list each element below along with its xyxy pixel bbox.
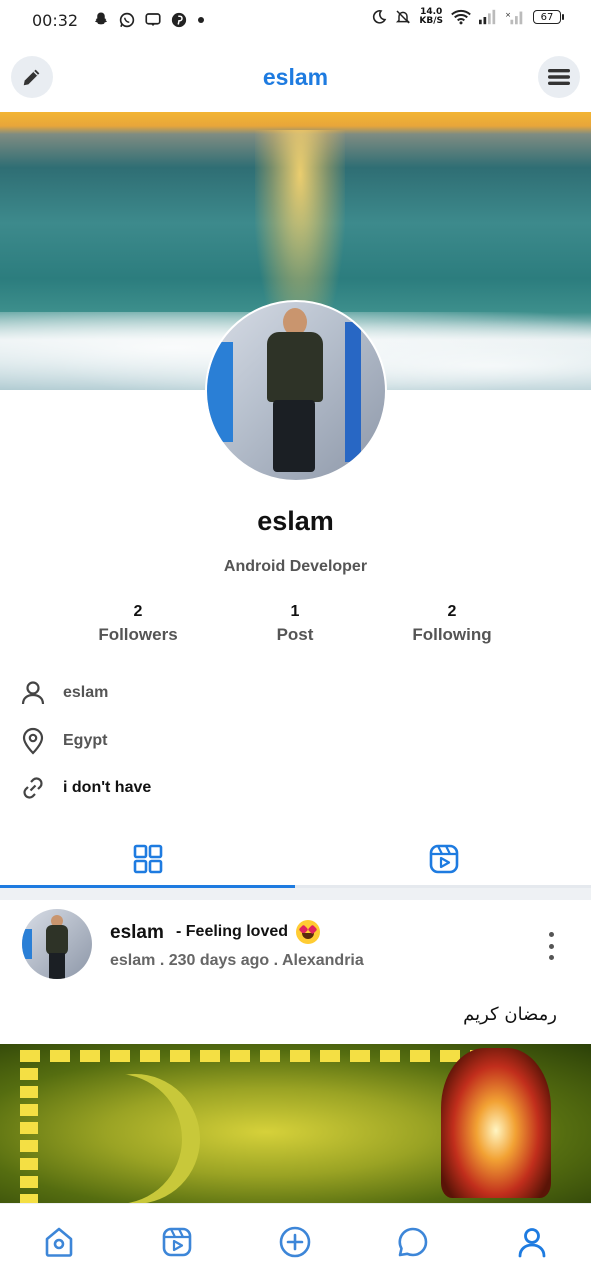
post-feeling-text: - Feeling loved	[176, 923, 289, 940]
location-pin-icon	[22, 727, 44, 755]
pinterest-icon	[171, 12, 187, 28]
more-dot-icon	[548, 955, 554, 960]
avatar-person-body	[267, 332, 323, 402]
info-link: i don't have	[63, 779, 152, 796]
status-time: 00:32	[32, 10, 79, 30]
profile-bio: Android Developer	[223, 558, 368, 575]
post-avatar-body	[46, 925, 68, 955]
avatar-bg-wall	[207, 342, 233, 442]
avatar-person-legs	[273, 400, 315, 472]
add-circle-icon	[279, 1226, 311, 1258]
snapchat-icon	[95, 12, 108, 25]
page-title: eslam	[262, 64, 329, 90]
stat-label: Followers	[98, 625, 178, 644]
avatar-bg-door	[345, 322, 361, 462]
status-left-icons	[92, 11, 206, 29]
signal-icon	[479, 9, 496, 25]
nav-add-post[interactable]	[277, 1224, 313, 1260]
post-text: رمضان كريم	[463, 1004, 557, 1025]
profile-name: eslam	[257, 506, 334, 536]
net-speed-unit: KB/S	[419, 16, 443, 26]
info-location: Egypt	[63, 732, 108, 749]
post-image-lights-top	[20, 1050, 490, 1062]
menu-icon	[548, 69, 570, 85]
stat-followers[interactable]: 2 Followers	[68, 603, 208, 645]
nav-chat[interactable]	[395, 1224, 431, 1260]
nav-reels[interactable]	[159, 1224, 195, 1260]
post-image-lantern	[441, 1048, 551, 1198]
post-avatar-bg	[22, 929, 32, 959]
app-bar: eslam	[0, 52, 591, 104]
profile-avatar[interactable]	[205, 300, 387, 482]
whatsapp-icon	[119, 12, 135, 28]
network-speed: 14.0 KB/S	[419, 8, 443, 26]
chat-icon	[398, 1227, 428, 1257]
more-dot-icon	[548, 932, 554, 937]
reels-icon	[429, 844, 458, 873]
bottom-navigation	[0, 1203, 591, 1280]
post-author-avatar[interactable]	[22, 909, 92, 979]
info-username-row: eslam	[18, 678, 108, 708]
stat-value: 2	[133, 603, 143, 620]
heart-eyes-emoji-icon	[296, 920, 321, 944]
post-more-button[interactable]	[541, 932, 561, 960]
post-author-name[interactable]: eslam	[110, 922, 164, 944]
info-location-row: Egypt	[18, 726, 107, 756]
info-link-row[interactable]: i don't have	[18, 773, 151, 803]
grid-icon	[133, 844, 162, 873]
profile-icon	[518, 1228, 546, 1258]
post-avatar-legs	[49, 953, 65, 979]
stat-value: 1	[290, 603, 300, 620]
nav-profile[interactable]	[514, 1224, 550, 1260]
svg-text:×: ×	[505, 10, 511, 19]
signal-x-icon: ×	[505, 10, 523, 25]
wifi-icon	[451, 9, 471, 25]
home-icon	[45, 1227, 73, 1257]
tab-grid[interactable]	[0, 832, 295, 888]
person-icon	[21, 681, 45, 705]
post-image-lights-left	[20, 1050, 38, 1204]
section-divider	[0, 888, 591, 900]
status-right-icons: 14.0 KB/S × 67	[371, 8, 564, 26]
post-feeling: - Feeling loved	[176, 920, 321, 944]
link-icon	[23, 777, 43, 799]
dot-icon	[198, 17, 205, 23]
battery-icon: 67	[533, 10, 564, 24]
post-meta: eslam . 230 days ago . Alexandria	[110, 952, 364, 969]
moon-icon	[373, 10, 387, 24]
reels-icon	[162, 1227, 192, 1257]
stat-label: Post	[276, 625, 314, 644]
stat-posts[interactable]: 1 Post	[225, 603, 365, 645]
menu-button[interactable]	[538, 56, 580, 98]
battery-level: 67	[540, 11, 554, 23]
tab-reels[interactable]	[296, 832, 591, 885]
status-bar: 00:32 14.0 KB/S × 67	[0, 0, 591, 40]
stat-following[interactable]: 2 Following	[382, 603, 522, 645]
stat-label: Following	[412, 625, 492, 644]
message-icon	[145, 13, 161, 26]
profile-stats: 2 Followers 1 Post 2 Following	[0, 603, 591, 653]
nav-home[interactable]	[41, 1224, 77, 1260]
stat-value: 2	[447, 603, 457, 620]
info-username: eslam	[63, 684, 109, 701]
more-dot-icon	[548, 943, 554, 949]
post-image-crescent	[70, 1074, 200, 1204]
post-image[interactable]	[0, 1044, 591, 1204]
profile-tabs	[0, 832, 591, 888]
bell-off-icon	[396, 10, 411, 24]
